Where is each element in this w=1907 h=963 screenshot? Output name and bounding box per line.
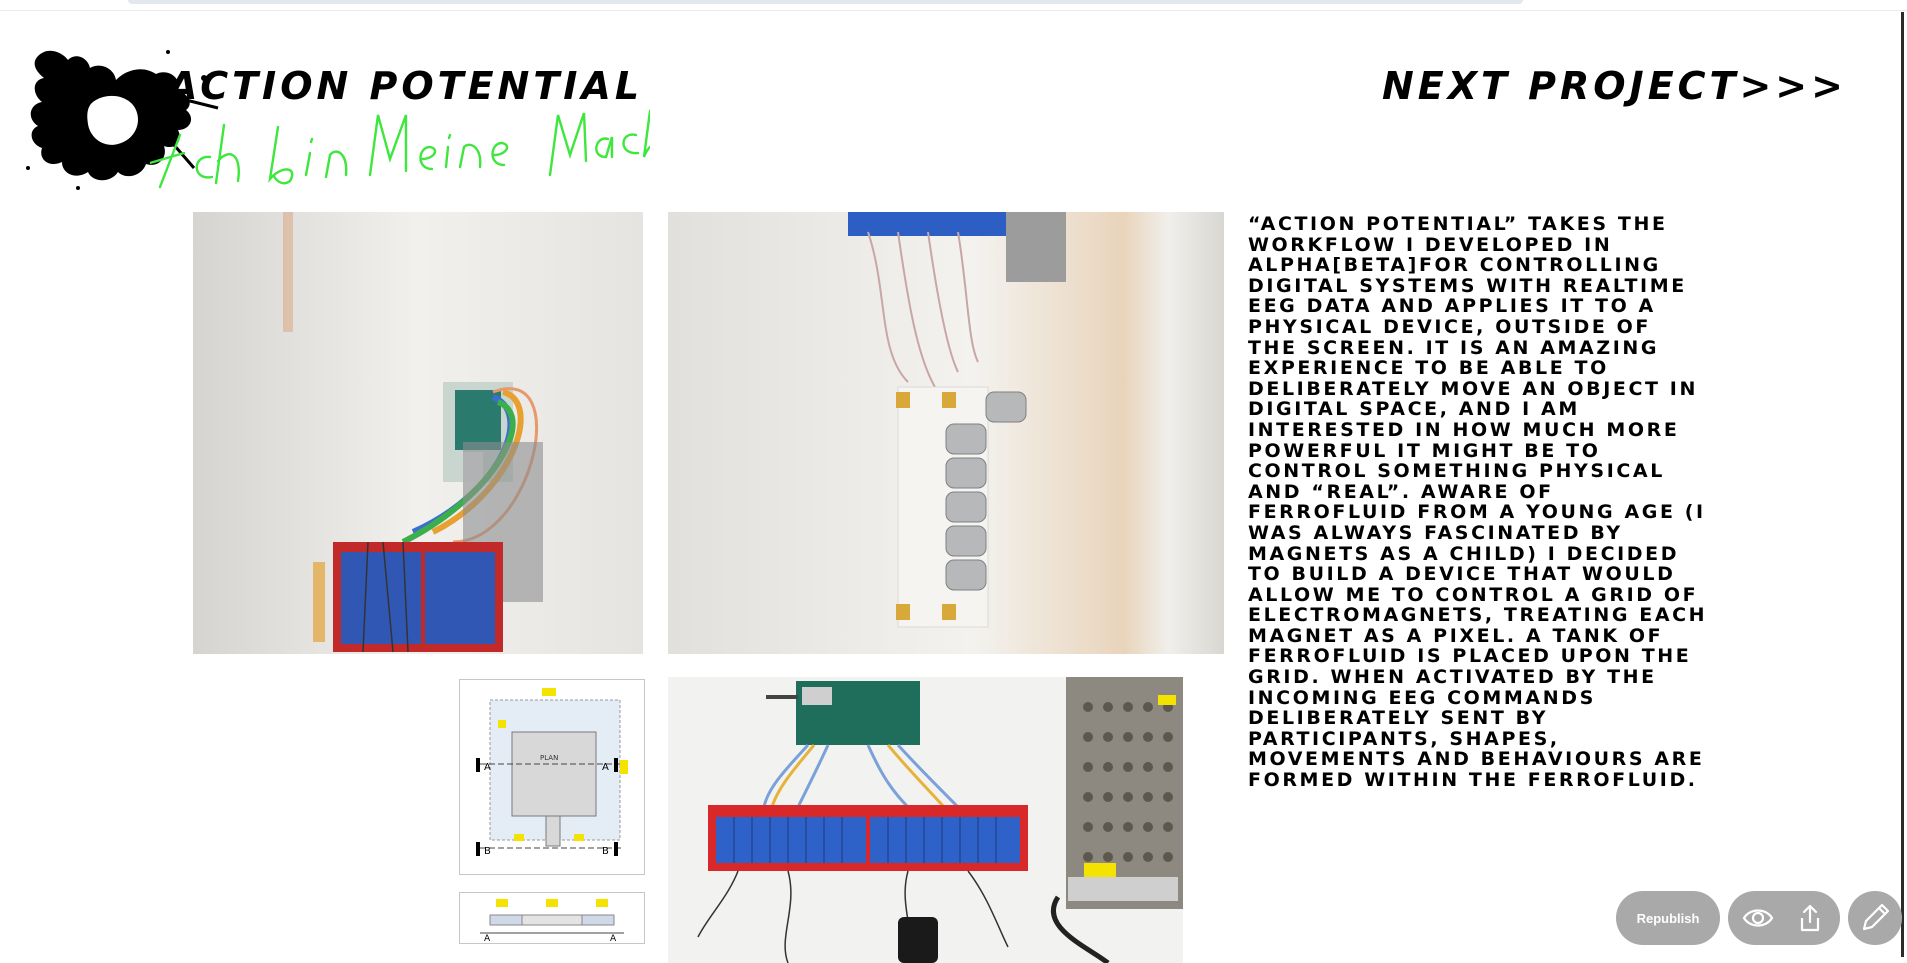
- preview-share-group: [1728, 891, 1840, 945]
- project-description: “Action Potential” takes the workflow I …: [1248, 213, 1708, 792]
- browser-top-strip: [0, 0, 1907, 11]
- electromagnet-grid-side-photo: [668, 212, 1224, 654]
- edit-button[interactable]: [1848, 891, 1902, 945]
- relay-board-side-photo: [193, 212, 643, 654]
- svg-text:A: A: [602, 762, 609, 773]
- relay-board-top-photo: [668, 677, 1183, 963]
- share-icon: [1800, 904, 1820, 932]
- svg-text:A: A: [484, 762, 491, 773]
- scrollbar[interactable]: [1901, 12, 1904, 957]
- svg-text:B: B: [602, 846, 609, 857]
- republish-button[interactable]: Republish: [1616, 891, 1720, 945]
- svg-text:PLAN: PLAN: [540, 754, 558, 762]
- svg-text:B: B: [484, 846, 491, 857]
- share-button[interactable]: [1790, 898, 1830, 938]
- section-drawing: A A: [459, 892, 645, 944]
- eye-icon: [1742, 909, 1774, 927]
- address-bar-edge: [128, 0, 1523, 4]
- portfolio-page: ACTION POTENTIAL NEXT PROJECT>>> A A B B…: [0, 0, 1907, 963]
- next-project-link[interactable]: NEXT PROJECT>>>: [1382, 64, 1847, 108]
- pencil-icon: [1862, 903, 1890, 931]
- plan-drawing: A A B B PLAN: [459, 679, 645, 875]
- svg-text:A: A: [610, 934, 617, 943]
- svg-text:A: A: [484, 934, 491, 943]
- preview-button[interactable]: [1738, 898, 1778, 938]
- handwritten-caption: [150, 109, 650, 189]
